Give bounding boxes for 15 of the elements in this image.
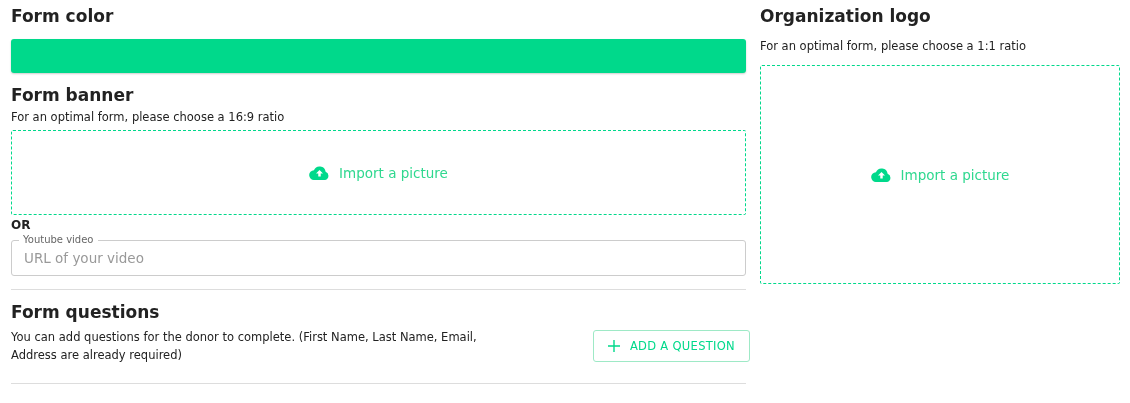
or-separator: OR: [11, 218, 32, 232]
add-question-button[interactable]: ADD A QUESTION: [592, 330, 750, 362]
upload-area[interactable]: Import a picture: [11, 130, 746, 215]
section-title: Form color: [11, 5, 115, 28]
color-swatch[interactable]: [11, 39, 746, 73]
hint-text: For an optimal form, please choose a 16:9 ratio: [11, 109, 286, 125]
section-title: Form questions: [11, 301, 161, 324]
section-title: Form banner: [11, 84, 135, 107]
description-text: You can add questions for the donor to complete. (First Name, Last Name, Email, Address are already required): [11, 329, 478, 364]
cloud-upload-icon: [309, 165, 331, 180]
section-title: Organization logo: [760, 5, 932, 28]
upload-area[interactable]: Import a picture: [760, 65, 1120, 284]
hint-text: For an optimal form, please choose a 1:1 ratio: [760, 38, 1027, 54]
cloud-upload-icon: [870, 167, 892, 182]
plus-icon: [607, 340, 620, 352]
